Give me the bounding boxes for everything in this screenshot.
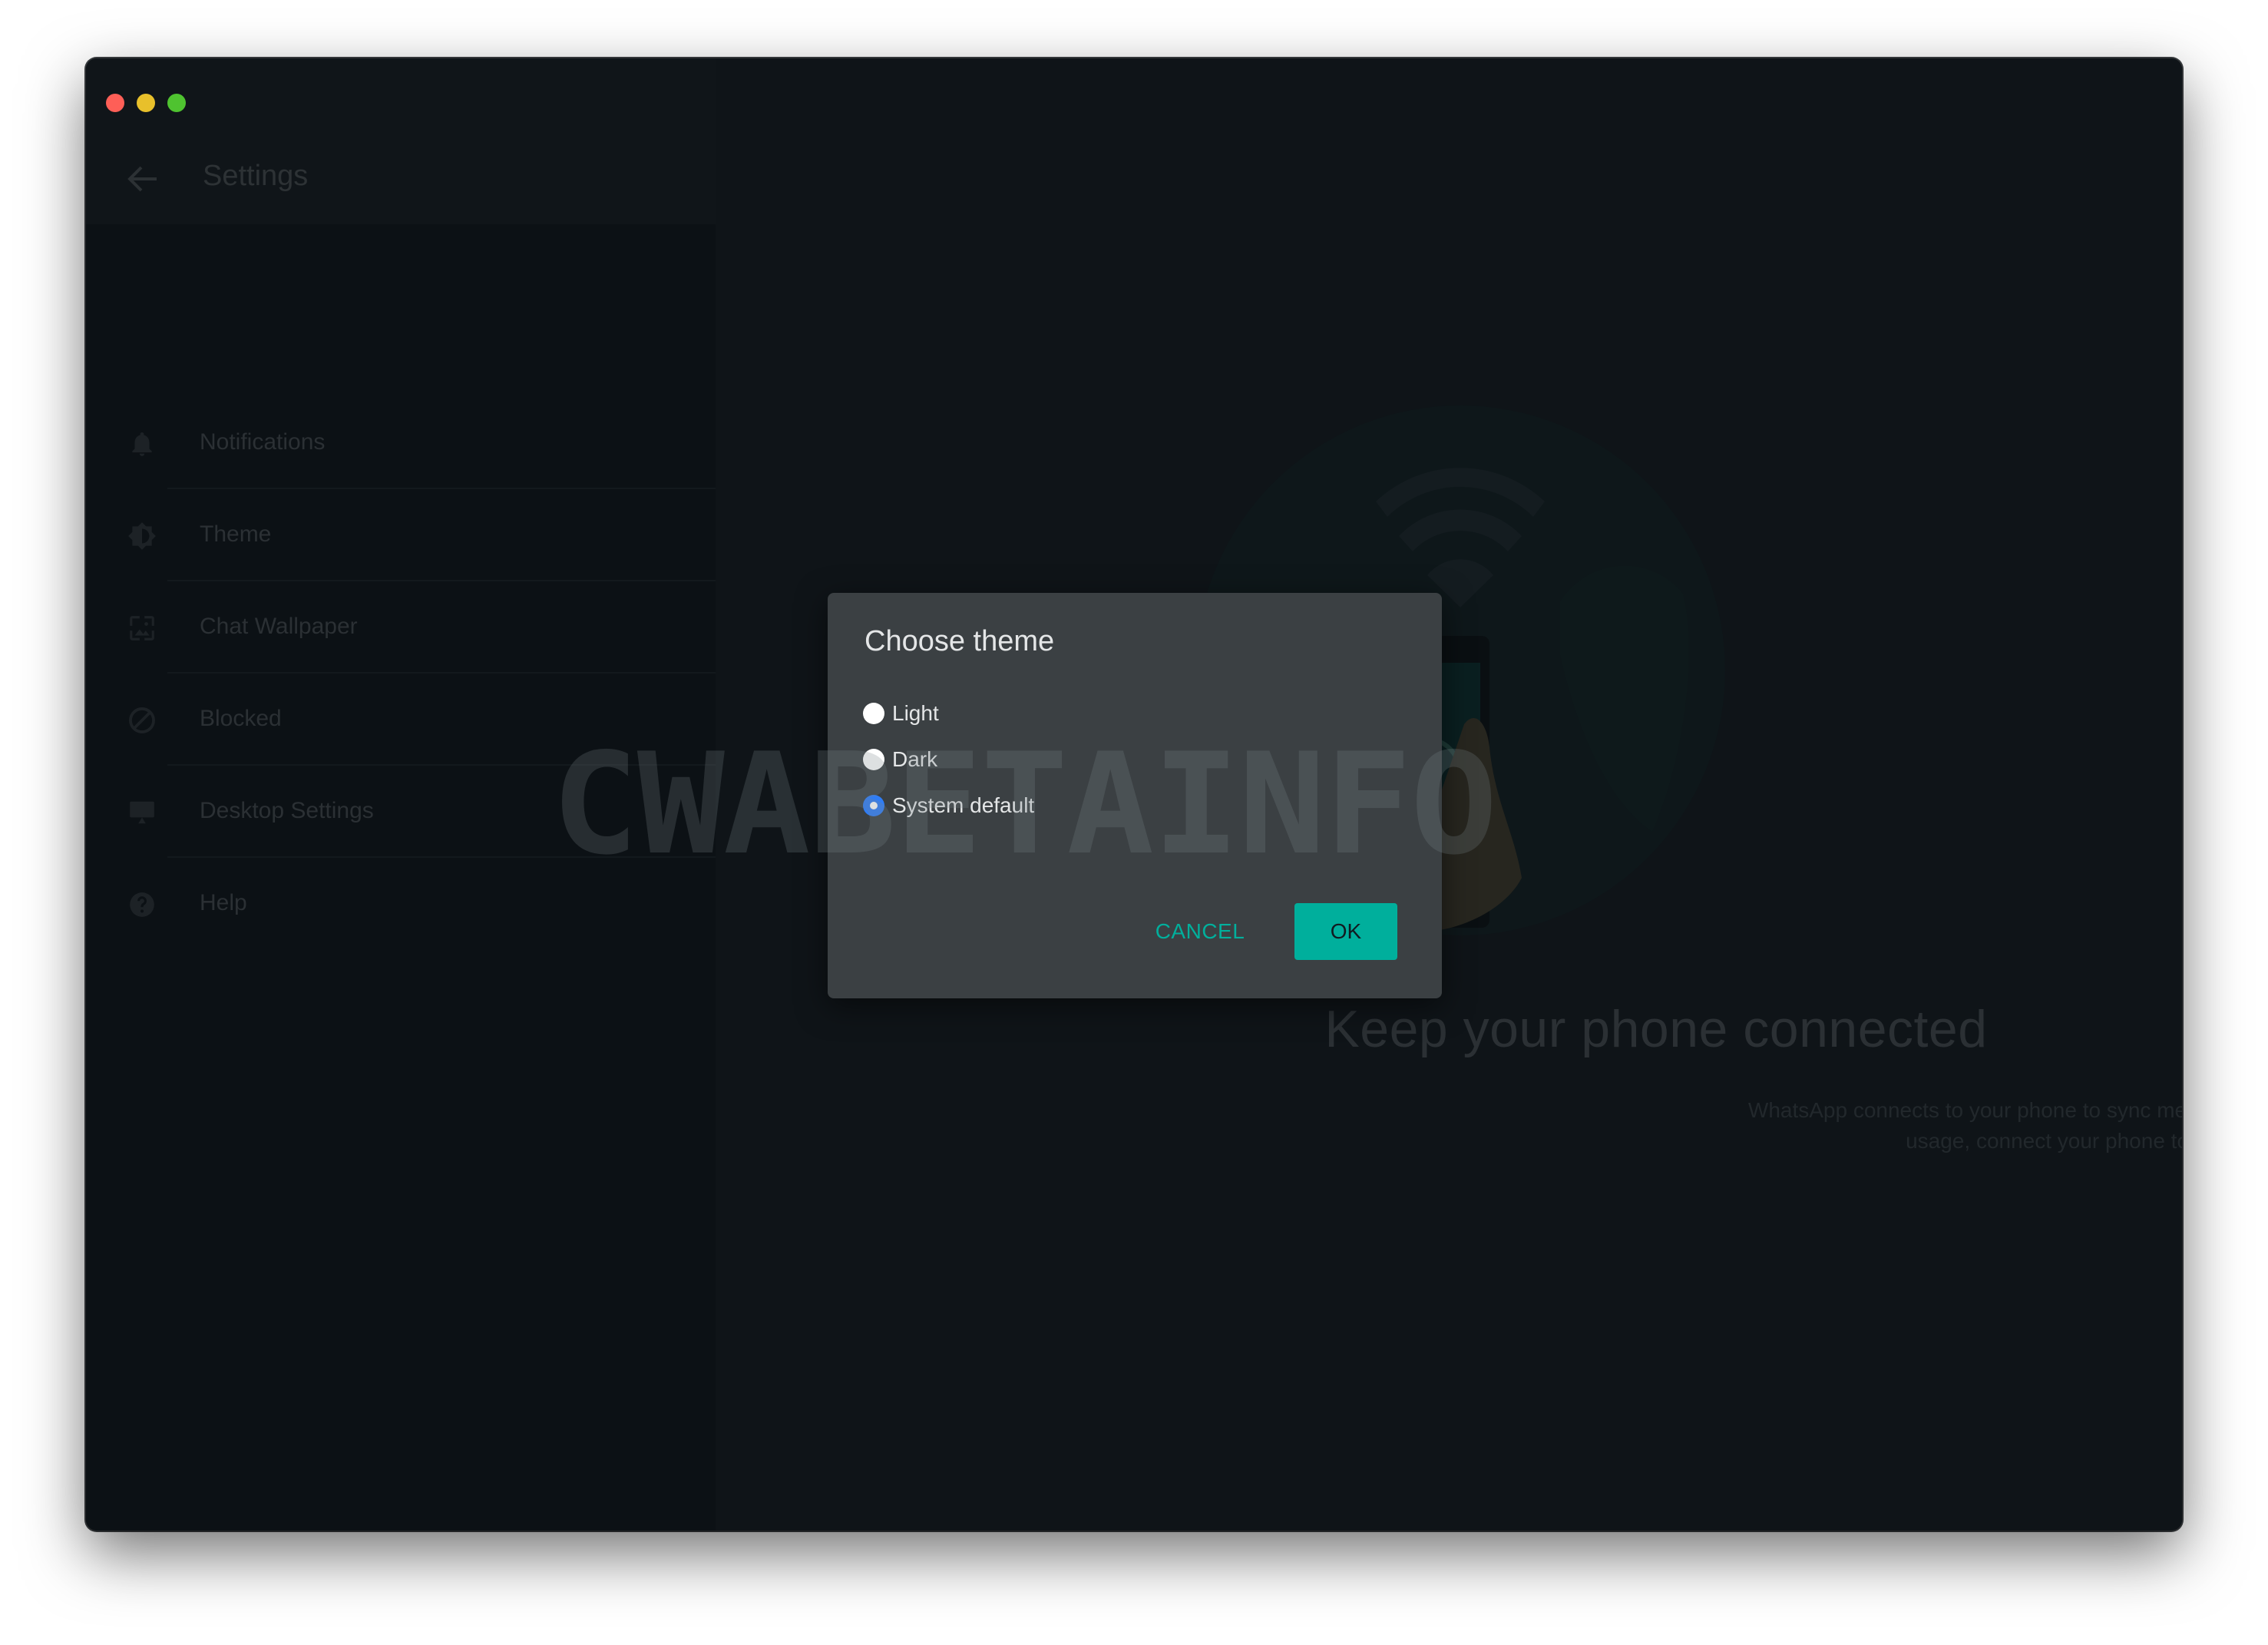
desktop-icon (130, 801, 154, 824)
app-window: Settings Notifications Theme Chat Wallpa… (86, 58, 2182, 1531)
wallpaper-icon (130, 616, 154, 640)
page-title: Settings (203, 160, 309, 192)
radio-light[interactable] (863, 703, 884, 724)
window-maximize-button[interactable] (167, 94, 186, 112)
window-close-button[interactable] (106, 94, 124, 112)
blocked-icon (129, 707, 155, 733)
help-icon (130, 892, 154, 917)
bell-icon (132, 432, 152, 456)
theme-brightness-icon (128, 522, 156, 550)
sidebar-item-label: Notifications (200, 429, 326, 455)
sidebar-item-label: Blocked (200, 706, 282, 731)
watermark-text: CWABETAINFO (551, 723, 1498, 885)
sidebar-item-label: Desktop Settings (200, 798, 374, 823)
sidebar-item-label: Chat Wallpaper (200, 614, 358, 639)
sidebar-item-theme[interactable]: Theme (86, 489, 716, 581)
ok-button[interactable]: OK (1294, 903, 1397, 960)
arrow-left-icon[interactable] (127, 166, 158, 192)
sidebar-item-label: Theme (200, 521, 272, 547)
sidebar-header: Settings (86, 58, 716, 224)
window-minimize-button[interactable] (137, 94, 155, 112)
dialog-title: Choose theme (865, 625, 1055, 657)
sidebar-item-chat-wallpaper[interactable]: Chat Wallpaper (86, 581, 716, 674)
keep-connected-subtitle: WhatsApp connects to your phone to sync … (1747, 1098, 2182, 1153)
sidebar-item-notifications[interactable]: Notifications (86, 397, 716, 489)
sidebar-item-label: Help (200, 890, 247, 915)
cancel-button[interactable]: CANCEL (1142, 903, 1258, 960)
keep-connected-title: Keep your phone connected (1324, 1000, 1988, 1058)
